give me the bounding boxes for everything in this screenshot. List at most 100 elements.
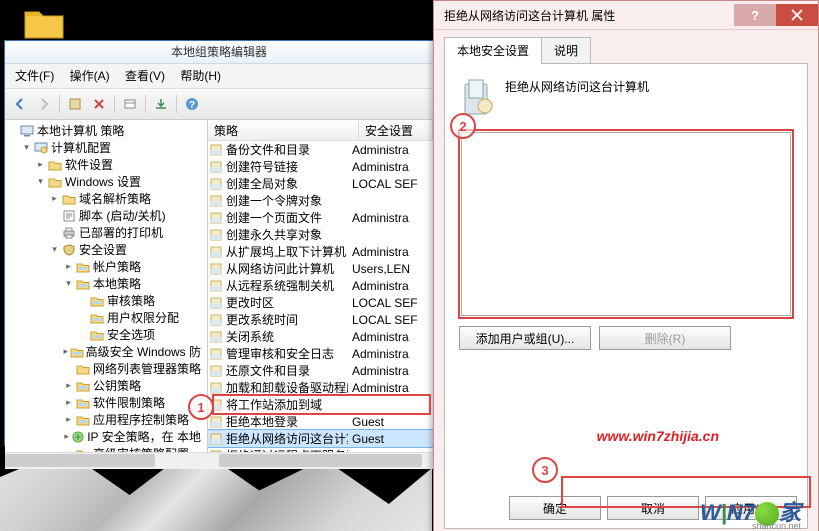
tree-node[interactable]: 本地计算机 策略	[7, 122, 205, 139]
expand-icon[interactable]: ▾	[49, 244, 60, 255]
properties-button[interactable]	[119, 93, 141, 115]
expand-icon[interactable]: ▸	[63, 431, 70, 442]
expand-icon[interactable]: ▸	[35, 159, 46, 170]
policy-name: 从网络访问此计算机	[224, 260, 348, 277]
policy-row[interactable]: 从网络访问此计算机Users,LEN	[208, 260, 433, 277]
tree-node[interactable]: 网络列表管理器策略	[7, 360, 205, 377]
titlebar-help-button[interactable]: ?	[734, 4, 776, 26]
menu-view[interactable]: 查看(V)	[119, 66, 171, 85]
action-button[interactable]	[64, 93, 86, 115]
forward-button[interactable]	[33, 93, 55, 115]
policy-row[interactable]: 创建全局对象LOCAL SEF	[208, 175, 433, 192]
delete-button[interactable]	[88, 93, 110, 115]
tree-node[interactable]: ▾安全设置	[7, 241, 205, 258]
tree-node[interactable]: ▸公钥策略	[7, 377, 205, 394]
tree-node[interactable]: ▸IP 安全策略，在 本地	[7, 428, 205, 445]
expand-icon[interactable]	[77, 312, 88, 323]
expand-icon[interactable]: ▾	[63, 278, 74, 289]
policy-row[interactable]: 拒绝通过远程桌面服务登录	[208, 447, 433, 452]
close-button[interactable]	[776, 4, 818, 26]
expand-icon[interactable]: ▸	[63, 380, 74, 391]
annotation-2: 2	[450, 113, 476, 139]
menu-action[interactable]: 操作(A)	[64, 66, 116, 85]
policy-row[interactable]: 管理审核和安全日志Administra	[208, 345, 433, 362]
expand-icon[interactable]: ▾	[21, 142, 32, 153]
expand-icon[interactable]	[63, 363, 74, 374]
policy-row[interactable]: 将工作站添加到域	[208, 396, 433, 413]
tree-node[interactable]: ▾计算机配置	[7, 139, 205, 156]
tree-node[interactable]: 审核策略	[7, 292, 205, 309]
tab-explain[interactable]: 说明	[541, 37, 591, 64]
hscrollbar[interactable]	[5, 452, 433, 469]
tree-node[interactable]: ▸软件设置	[7, 156, 205, 173]
expand-icon[interactable]: ▾	[35, 176, 46, 187]
expand-icon[interactable]: ▸	[63, 261, 74, 272]
tree-node[interactable]: ▾Windows 设置	[7, 173, 205, 190]
expand-icon[interactable]	[49, 210, 60, 221]
tree-label: 应用程序控制策略	[93, 411, 189, 428]
tree-node[interactable]: ▸ 应用程序控制策略	[7, 411, 205, 428]
tree-node[interactable]: ▸软件限制策略	[7, 394, 205, 411]
tree-node[interactable]: 用户权限分配	[7, 309, 205, 326]
export-button[interactable]	[150, 93, 172, 115]
dialog-title: 拒绝从网络访问这台计算机 属性	[444, 7, 734, 24]
tree-node[interactable]: 已部署的打印机	[7, 224, 205, 241]
policy-row[interactable]: 备份文件和目录Administra	[208, 141, 433, 158]
policy-row[interactable]: 拒绝从网络访问这台计算机Guest	[208, 430, 433, 447]
policy-name: 创建一个令牌对象	[224, 192, 348, 209]
tab-security[interactable]: 本地安全设置	[444, 37, 542, 64]
tree-node[interactable]: 脚本 (启动/关机)	[7, 207, 205, 224]
remove-button[interactable]: 删除(R)	[599, 326, 731, 350]
tree-node[interactable]: ▸域名解析策略	[7, 190, 205, 207]
policy-security-setting: Administra	[348, 160, 433, 174]
policy-row[interactable]: 更改系统时间LOCAL SEF	[208, 311, 433, 328]
expand-icon[interactable]: ▸	[63, 346, 69, 357]
policy-row[interactable]: 更改时区LOCAL SEF	[208, 294, 433, 311]
policy-row[interactable]: 创建永久共享对象	[208, 226, 433, 243]
col-header-security[interactable]: 安全设置	[359, 120, 433, 140]
policy-security-setting: Administra	[348, 381, 433, 395]
expand-icon[interactable]	[77, 295, 88, 306]
expand-icon[interactable]	[49, 227, 60, 238]
menu-file[interactable]: 文件(F)	[9, 66, 60, 85]
policy-row[interactable]: 拒绝本地登录Guest	[208, 413, 433, 430]
policy-row[interactable]: 加载和卸载设备驱动程序Administra	[208, 379, 433, 396]
policy-row[interactable]: 创建一个令牌对象	[208, 192, 433, 209]
tree-label: 高级审核策略配置	[93, 445, 189, 452]
tree-pane[interactable]: 本地计算机 策略▾计算机配置▸软件设置▾Windows 设置▸域名解析策略脚本 …	[5, 120, 208, 452]
policy-row[interactable]: 关闭系统Administra	[208, 328, 433, 345]
folder-icon	[75, 362, 91, 376]
folder-icon	[47, 158, 63, 172]
user-list[interactable]	[461, 132, 791, 316]
tree-node[interactable]: 安全选项	[7, 326, 205, 343]
window-title: 本地组策略编辑器	[5, 41, 433, 64]
policy-row[interactable]: 创建一个页面文件Administra	[208, 209, 433, 226]
policy-security-setting: LOCAL SEF	[348, 313, 433, 327]
policy-row[interactable]: 还原文件和目录Administra	[208, 362, 433, 379]
cancel-button[interactable]: 取消	[607, 496, 699, 520]
expand-icon[interactable]: ▸	[63, 414, 74, 425]
list-pane[interactable]: 策略 安全设置 备份文件和目录Administra创建符号链接Administr…	[208, 120, 433, 452]
tree-node[interactable]: ▸高级安全 Windows 防	[7, 343, 205, 360]
back-button[interactable]	[9, 93, 31, 115]
add-user-button[interactable]: 添加用户或组(U)...	[459, 326, 591, 350]
policy-name: 拒绝从网络访问这台计算机	[224, 430, 348, 447]
expand-icon[interactable]	[77, 329, 88, 340]
dialog-titlebar[interactable]: 拒绝从网络访问这台计算机 属性 ?	[434, 1, 818, 30]
printer-icon	[61, 226, 77, 240]
col-header-policy[interactable]: 策略	[208, 120, 359, 140]
ok-button[interactable]: 确定	[509, 496, 601, 520]
expand-icon[interactable]: ▸	[63, 448, 74, 452]
tree-node[interactable]: ▾本地策略	[7, 275, 205, 292]
tree-node[interactable]: ▸ 高级审核策略配置	[7, 445, 205, 452]
expand-icon[interactable]	[7, 125, 18, 136]
expand-icon[interactable]: ▸	[63, 397, 74, 408]
policy-row[interactable]: 创建符号链接Administra	[208, 158, 433, 175]
expand-icon[interactable]: ▸	[49, 193, 60, 204]
help-button[interactable]: ?	[181, 93, 203, 115]
folder-y-icon	[75, 277, 91, 291]
tree-node[interactable]: ▸帐户策略	[7, 258, 205, 275]
policy-row[interactable]: 从扩展坞上取下计算机Administra	[208, 243, 433, 260]
menu-help[interactable]: 帮助(H)	[174, 66, 227, 85]
policy-row[interactable]: 从远程系统强制关机Administra	[208, 277, 433, 294]
